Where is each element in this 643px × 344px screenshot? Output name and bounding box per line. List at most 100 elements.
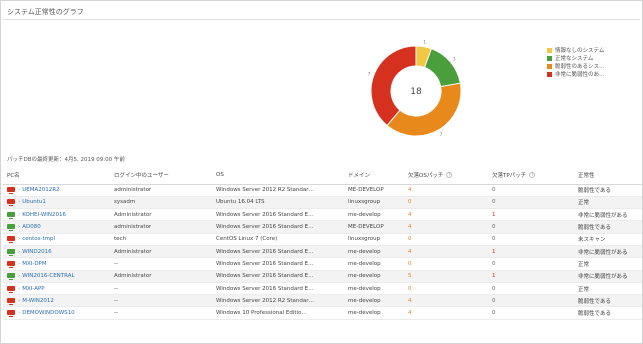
pc-name-cell[interactable]: › AD080 bbox=[3, 221, 110, 233]
table-row[interactable]: › MXI-DPM -- Windows Server 2016 Standard E… bbox=[3, 258, 642, 271]
col-header-health[interactable]: 正常性 bbox=[574, 166, 642, 185]
table-row[interactable]: › WIN2016-CENTRAL Administrator Windows Ser… bbox=[3, 270, 642, 283]
table-row[interactable]: › DEMOWINDOWS10 -- Windows 10 Professional … bbox=[3, 307, 642, 320]
col-header-domain[interactable]: ドメイン bbox=[344, 166, 404, 185]
legend-item[interactable]: 正常なシステム bbox=[547, 54, 605, 62]
pc-name-link[interactable]: MXI-APP bbox=[22, 286, 44, 292]
arrow-icon: › bbox=[18, 187, 21, 194]
domain-cell: linuxsgroup bbox=[348, 199, 381, 206]
os-patch-count[interactable]: 4 bbox=[404, 295, 488, 307]
os-patch-count[interactable]: 4 bbox=[404, 245, 488, 257]
legend-item[interactable]: 非常に脆弱性のあ… bbox=[547, 70, 605, 78]
tp-patch-count[interactable]: 0 bbox=[488, 282, 574, 294]
pc-name-cell[interactable]: › MXI-APP bbox=[3, 282, 110, 294]
os-patch-count[interactable]: 4 bbox=[404, 209, 488, 221]
table-row[interactable]: › AD080 administrator Windows Server 2016 S… bbox=[3, 220, 642, 234]
donut-slice[interactable] bbox=[423, 48, 461, 88]
pc-name-link[interactable]: KOHEI-WIN2016 bbox=[22, 212, 66, 218]
legend-item[interactable]: 脆弱性のあるシス… bbox=[547, 62, 605, 70]
pc-name-cell[interactable]: › Ubuntu1 bbox=[3, 196, 110, 208]
col-header-user[interactable]: ログイン中のユーザー bbox=[110, 166, 212, 185]
tp-patch-count[interactable]: 0 bbox=[488, 233, 574, 245]
table-row[interactable]: › WIND2016 Administrator Windows Server 201… bbox=[3, 245, 642, 258]
pc-name-cell[interactable]: › centos-tmpl bbox=[3, 233, 110, 245]
health-cell: 脆弱性である bbox=[578, 225, 611, 232]
os-patch-count[interactable]: 0 bbox=[404, 233, 488, 245]
table-header-row: PC名 ログイン中のユーザー OS ドメイン 欠落OSパッチ? 欠落TPパッチ?… bbox=[3, 166, 642, 185]
help-icon[interactable]: ? bbox=[529, 172, 536, 179]
table-row[interactable]: › MXI-APP -- Windows Server 2016 Standard E… bbox=[3, 282, 642, 295]
donut-center-total: 18 bbox=[410, 87, 422, 97]
pc-name-cell[interactable]: › UEMA2012R2 bbox=[3, 184, 110, 196]
pc-name-link[interactable]: WIND2016 bbox=[22, 249, 51, 255]
table-row[interactable]: › UEMA2012R2 administrator Windows Server 2… bbox=[3, 184, 642, 197]
arrow-icon: › bbox=[18, 199, 21, 206]
pc-name-cell[interactable]: › WIND2016 bbox=[3, 245, 110, 257]
pc-name-link[interactable]: M-WIN2012 bbox=[22, 298, 54, 304]
os-cell: Windows Server 2016 Standard E… bbox=[216, 285, 314, 292]
os-cell: Windows Server 2016 Standard E… bbox=[216, 260, 314, 267]
domain-cell: me-develop bbox=[348, 260, 381, 267]
pc-name-cell[interactable]: › KOHEI-WIN2016 bbox=[3, 209, 110, 221]
arrow-icon: › bbox=[18, 248, 21, 255]
pc-name-link[interactable]: MXI-DPM bbox=[22, 261, 46, 267]
os-cell: Windows Server 2012 R2 Standar… bbox=[216, 187, 315, 194]
table-row[interactable]: › M-WIN2012 -- Windows Server 2012 R2 Stand… bbox=[3, 294, 642, 307]
health-cell: 未スキャン bbox=[578, 237, 606, 244]
domain-cell: me-develop bbox=[348, 285, 381, 292]
pc-name-link[interactable]: UEMA2012R2 bbox=[22, 187, 59, 193]
tp-patch-count[interactable]: 0 bbox=[488, 258, 574, 270]
table-row[interactable]: › Ubuntu1 sysadm Ubuntu 16.04 LTS linuxsgrou… bbox=[3, 196, 642, 209]
pc-name-link[interactable]: DEMOWINDOWS10 bbox=[22, 310, 74, 316]
pc-name-cell[interactable]: › DEMOWINDOWS10 bbox=[3, 307, 110, 319]
os-patch-count[interactable]: 4 bbox=[404, 184, 488, 196]
computer-icon bbox=[7, 199, 15, 207]
tp-patch-count[interactable]: 0 bbox=[488, 307, 574, 319]
pc-name-link[interactable]: Ubuntu1 bbox=[22, 199, 46, 205]
legend-label: 非常に脆弱性のあ… bbox=[555, 72, 605, 78]
table-row[interactable]: › KOHEI-WIN2016 Administrator Windows Serve… bbox=[3, 209, 642, 221]
user-cell: administrator bbox=[114, 187, 152, 194]
col-header-os[interactable]: OS bbox=[212, 166, 344, 185]
tp-patch-count[interactable]: 0 bbox=[488, 184, 574, 196]
os-patch-count[interactable]: 0 bbox=[404, 258, 488, 270]
domain-cell: me-develop bbox=[348, 310, 381, 317]
tp-patch-count[interactable]: 0 bbox=[488, 221, 574, 233]
legend-item[interactable]: 情報なしのシステム bbox=[547, 46, 605, 54]
os-patch-count[interactable]: 0 bbox=[404, 196, 488, 208]
chart-legend: 情報なしのシステム 正常なシステム 脆弱性のあるシス… 非常に脆弱性のあ… bbox=[547, 46, 605, 78]
donut-slice[interactable] bbox=[370, 45, 417, 127]
col-header-tp-patch[interactable]: 欠落TPパッチ? bbox=[488, 166, 574, 185]
pc-name-cell[interactable]: › M-WIN2012 bbox=[3, 295, 110, 307]
col-header-pc[interactable]: PC名 bbox=[3, 166, 110, 185]
tp-patch-count[interactable]: 1 bbox=[488, 270, 574, 282]
pc-name-cell[interactable]: › WIN2016-CENTRAL bbox=[3, 270, 110, 282]
user-cell: Administrator bbox=[114, 211, 152, 218]
slice-label: 7 bbox=[440, 132, 443, 137]
legend-swatch bbox=[547, 71, 552, 77]
pc-name-link[interactable]: WIN2016-CENTRAL bbox=[22, 273, 74, 279]
tp-patch-count[interactable]: 1 bbox=[488, 245, 574, 257]
pc-name-link[interactable]: centos-tmpl bbox=[22, 236, 55, 242]
pc-name-link[interactable]: AD080 bbox=[22, 224, 41, 230]
user-cell: -- bbox=[114, 285, 118, 292]
os-patch-count[interactable]: 0 bbox=[404, 282, 488, 294]
domain-cell: me-develop bbox=[348, 211, 381, 218]
arrow-icon: › bbox=[18, 224, 21, 231]
col-header-os-patch[interactable]: 欠落OSパッチ? bbox=[404, 166, 488, 185]
legend-swatch bbox=[547, 47, 552, 53]
tp-patch-count[interactable]: 0 bbox=[488, 295, 574, 307]
tp-patch-count[interactable]: 1 bbox=[488, 209, 574, 221]
os-cell: Windows Server 2016 Standard E… bbox=[216, 224, 314, 231]
system-table: PC名 ログイン中のユーザー OS ドメイン 欠落OSパッチ? 欠落TPパッチ?… bbox=[3, 166, 642, 320]
pc-name-cell[interactable]: › MXI-DPM bbox=[3, 258, 110, 270]
table-row[interactable]: › centos-tmpl tech CentOS Linux 7 (Core) lin… bbox=[3, 233, 642, 246]
os-patch-count[interactable]: 4 bbox=[404, 221, 488, 233]
os-patch-count[interactable]: 5 bbox=[404, 270, 488, 282]
user-cell: -- bbox=[114, 260, 118, 267]
health-cell: 正常 bbox=[578, 286, 590, 293]
computer-icon bbox=[7, 285, 15, 293]
tp-patch-count[interactable]: 0 bbox=[488, 196, 574, 208]
os-patch-count[interactable]: 4 bbox=[404, 307, 488, 319]
help-icon[interactable]: ? bbox=[446, 172, 453, 179]
